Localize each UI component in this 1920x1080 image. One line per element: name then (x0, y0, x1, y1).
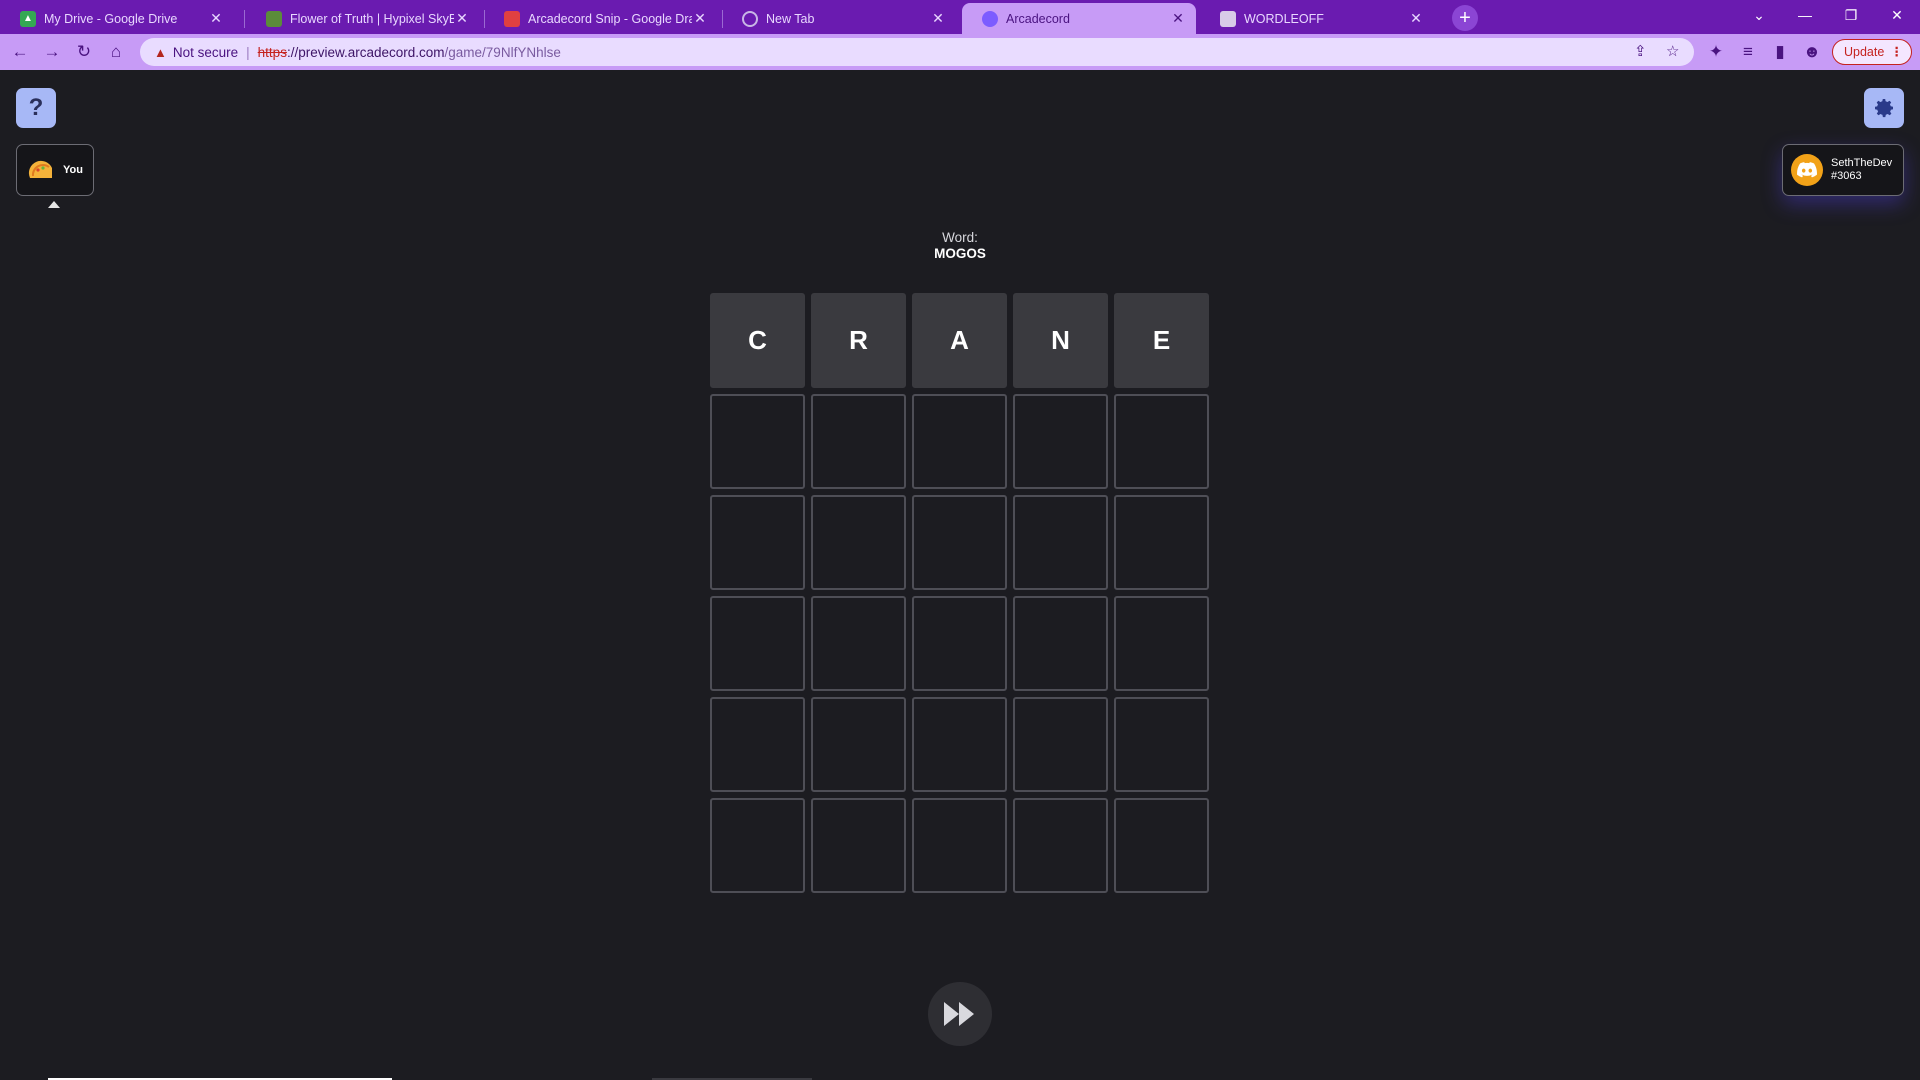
close-icon[interactable]: ✕ (454, 10, 470, 27)
close-icon[interactable]: ✕ (1408, 10, 1424, 27)
update-button[interactable]: Update ⋮ (1832, 39, 1912, 65)
letter-tile: C (710, 293, 805, 388)
arcadecord-snip-icon (504, 10, 520, 27)
close-icon[interactable]: ✕ (208, 10, 224, 27)
tab-hypixel[interactable]: Flower of Truth | Hypixel SkyBlock ✕ (246, 3, 480, 34)
user-tag: #3063 (1831, 170, 1862, 182)
menu-icon: ⋮ (1890, 45, 1904, 59)
browser-toolbar: ← → ↻ ⌂ ▲ Not secure | https ://preview.… (0, 34, 1920, 70)
page-icon (1220, 10, 1236, 27)
tab-new-tab[interactable]: New Tab ✕ (722, 3, 956, 34)
url-protocol: https (257, 44, 287, 60)
address-bar[interactable]: ▲ Not secure | https ://preview.arcadeco… (140, 38, 1694, 66)
bookmark-star-icon[interactable]: ☆ (1666, 42, 1679, 60)
letter-tile (710, 697, 805, 792)
letter-tile (1013, 697, 1108, 792)
letter-tile (912, 394, 1007, 489)
letter-tile (710, 596, 805, 691)
tab-title: My Drive - Google Drive (44, 11, 178, 26)
letter-tile (710, 495, 805, 590)
tab-title: Arcadecord (1006, 11, 1070, 26)
taco-icon (28, 160, 52, 178)
extensions-icon[interactable]: ✦ (1704, 40, 1728, 64)
letter-tile (811, 798, 906, 893)
letter-tile (912, 697, 1007, 792)
letter-tile (811, 495, 906, 590)
letter-tile (811, 394, 906, 489)
side-panel-icon[interactable]: ▮ (1768, 40, 1792, 64)
you-label: You (63, 164, 83, 176)
letter-tile (1013, 596, 1108, 691)
url-path: /game/79NlfYNhlse (444, 44, 561, 60)
update-label: Update (1844, 45, 1885, 59)
caret-up-icon (48, 201, 60, 208)
warning-icon: ▲ (154, 44, 167, 60)
tab-title: Arcadecord Snip - Google Drawings (528, 11, 692, 26)
new-tab-button[interactable]: + (1452, 5, 1478, 31)
security-label: Not secure (172, 44, 239, 60)
letter-tile (710, 798, 805, 893)
back-button[interactable]: ← (8, 40, 32, 64)
letter-tile (811, 596, 906, 691)
letter-tile: E (1114, 293, 1209, 388)
close-icon[interactable]: ✕ (692, 10, 708, 27)
tab-search-icon[interactable]: ⌄ (1736, 0, 1782, 30)
skip-button[interactable] (928, 982, 992, 1046)
letter-tile (1013, 394, 1108, 489)
letter-tile: A (912, 293, 1007, 388)
tab-google-drive[interactable]: ▲ My Drive - Google Drive ✕ (0, 3, 234, 34)
profile-icon[interactable]: ☻ (1800, 40, 1824, 64)
reload-button[interactable]: ↻ (72, 40, 96, 64)
letter-tile (1114, 394, 1209, 489)
letter-tile (912, 798, 1007, 893)
help-button[interactable]: ? (16, 88, 56, 128)
game-area: ? You SethTheDev #3063 Word: MOGOS CRANE (0, 70, 1920, 1080)
chrome-icon (742, 10, 758, 27)
user-name: SethTheDev (1831, 157, 1893, 169)
share-icon[interactable]: ⇪ (1634, 42, 1647, 60)
letter-tile (1013, 495, 1108, 590)
skyblock-icon (266, 10, 282, 27)
tab-title: New Tab (766, 11, 815, 26)
letter-tile (1114, 596, 1209, 691)
arcadecord-icon (982, 10, 998, 27)
tab-arcadecord-snip[interactable]: Arcadecord Snip - Google Drawings ✕ (484, 3, 718, 34)
discord-icon (1797, 162, 1817, 178)
tab-wordleoff[interactable]: WORDLEOFF ✕ (1200, 3, 1434, 34)
tab-title: Flower of Truth | Hypixel SkyBlock (290, 11, 454, 26)
restore-button[interactable]: ❐ (1828, 0, 1874, 30)
close-icon[interactable]: ✕ (1170, 10, 1186, 27)
letter-tile (912, 596, 1007, 691)
letter-tile: N (1013, 293, 1108, 388)
letter-tile (811, 697, 906, 792)
home-button[interactable]: ⌂ (104, 40, 128, 64)
tab-strip: ▲ My Drive - Google Drive ✕ Flower of Tr… (0, 0, 1920, 34)
google-drive-icon: ▲ (20, 10, 36, 27)
tab-arcadecord[interactable]: Arcadecord ✕ (962, 3, 1196, 34)
close-icon[interactable]: ✕ (930, 10, 946, 27)
letter-tile (1114, 495, 1209, 590)
fast-forward-icon (944, 1002, 974, 1026)
tab-title: WORDLEOFF (1244, 11, 1324, 26)
letter-tile (1013, 798, 1108, 893)
avatar (1791, 154, 1823, 186)
letter-tile (1114, 798, 1209, 893)
discord-user-card[interactable]: SethTheDev #3063 (1782, 144, 1904, 196)
reading-list-icon[interactable]: ≡ (1736, 40, 1760, 64)
minimize-button[interactable]: — (1782, 0, 1828, 30)
letter-tile (710, 394, 805, 489)
word-value: MOGOS (934, 246, 986, 261)
word-label: Word: (942, 230, 978, 245)
close-window-button[interactable]: ✕ (1874, 0, 1920, 30)
letter-tile (1114, 697, 1209, 792)
you-player-card[interactable]: You (16, 144, 94, 196)
settings-button[interactable] (1864, 88, 1904, 128)
letter-tile: R (811, 293, 906, 388)
forward-button[interactable]: → (40, 40, 64, 64)
wordle-board: CRANE (710, 293, 1209, 893)
url-host: ://preview.arcadecord.com (286, 44, 445, 60)
gear-icon (1875, 99, 1894, 118)
letter-tile (912, 495, 1007, 590)
